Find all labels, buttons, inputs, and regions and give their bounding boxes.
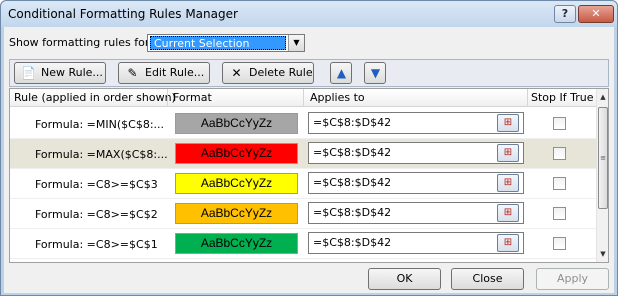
delete-icon: ✕ xyxy=(231,66,242,80)
help-icon: ? xyxy=(561,7,569,20)
range-picker-icon[interactable]: ⊞ xyxy=(497,114,519,132)
new-rule-label: New Rule... xyxy=(41,66,103,79)
format-preview: AaBbCcYyZz xyxy=(175,113,298,134)
header-stop-if-true[interactable]: Stop If True xyxy=(531,91,593,104)
applies-to-value: =$C$8:$D$42 xyxy=(313,146,392,159)
format-preview: AaBbCcYyZz xyxy=(175,233,298,254)
scroll-up-icon[interactable]: ▲ xyxy=(597,90,608,104)
table-row[interactable]: Formula: =C8>=$C$3 AaBbCcYyZz =$C$8:$D$4… xyxy=(10,169,596,199)
range-picker-icon[interactable]: ⊞ xyxy=(497,234,519,252)
ok-button[interactable]: OK xyxy=(368,268,441,290)
applies-to-field[interactable]: =$C$8:$D$42 ⊞ xyxy=(308,112,524,134)
close-button[interactable]: Close xyxy=(451,268,524,290)
format-preview: AaBbCcYyZz xyxy=(175,173,298,194)
close-icon: ✕ xyxy=(591,7,601,20)
show-rules-label: Show formatting rules for: xyxy=(9,36,153,49)
rule-formula: Formula: =C8>=$C$1 xyxy=(35,238,158,251)
applies-to-field[interactable]: =$C$8:$D$42 ⊞ xyxy=(308,232,524,254)
show-rules-select[interactable]: Current Selection ▼ xyxy=(147,34,305,52)
header-rule[interactable]: Rule (applied in order shown) xyxy=(14,91,176,104)
down-arrow-icon: ▼ xyxy=(370,66,381,80)
range-picker-icon[interactable]: ⊞ xyxy=(497,144,519,162)
applies-to-field[interactable]: =$C$8:$D$42 ⊞ xyxy=(308,142,524,164)
format-preview: AaBbCcYyZz xyxy=(175,143,298,164)
table-row[interactable]: Formula: =C8>=$C$2 AaBbCcYyZz =$C$8:$D$4… xyxy=(10,199,596,229)
range-picker-icon[interactable]: ⊞ xyxy=(497,174,519,192)
delete-rule-label: Delete Rule xyxy=(249,66,313,79)
rules-table: Rule (applied in order shown) Format App… xyxy=(9,88,609,263)
chevron-down-icon[interactable]: ▼ xyxy=(288,35,304,51)
rules-toolbar: 📄 New Rule... ✎ Edit Rule... ✕ Delete Ru… xyxy=(9,59,609,87)
applies-to-value: =$C$8:$D$42 xyxy=(313,176,392,189)
delete-rule-button[interactable]: ✕ Delete Rule xyxy=(222,62,314,84)
close-window-button[interactable]: ✕ xyxy=(578,5,614,23)
stop-if-true-checkbox[interactable] xyxy=(553,207,566,220)
table-row[interactable]: Formula: =MAX($C$8:... AaBbCcYyZz =$C$8:… xyxy=(10,139,596,169)
rules-manager-dialog: Conditional Formatting Rules Manager ? ✕… xyxy=(0,0,618,296)
title-bar[interactable]: Conditional Formatting Rules Manager ? ✕ xyxy=(1,1,617,27)
table-row[interactable]: Formula: =C8>=$C$1 AaBbCcYyZz =$C$8:$D$4… xyxy=(10,229,596,259)
scroll-down-icon[interactable]: ▼ xyxy=(597,247,608,261)
stop-if-true-checkbox[interactable] xyxy=(553,117,566,130)
edit-rule-icon: ✎ xyxy=(127,66,138,80)
edit-rule-button[interactable]: ✎ Edit Rule... xyxy=(118,62,210,84)
dialog-body: Show formatting rules for: Current Selec… xyxy=(4,27,614,293)
rule-formula: Formula: =MIN($C$8:... xyxy=(35,118,165,131)
show-rules-value: Current Selection xyxy=(150,36,286,50)
table-row[interactable]: Formula: =MIN($C$8:... AaBbCcYyZz =$C$8:… xyxy=(10,109,596,139)
move-up-button[interactable]: ▲ xyxy=(330,62,352,84)
stop-if-true-checkbox[interactable] xyxy=(553,237,566,250)
applies-to-value: =$C$8:$D$42 xyxy=(313,116,392,129)
vertical-scrollbar[interactable]: ▲ ≡ ▼ xyxy=(596,89,608,262)
up-arrow-icon: ▲ xyxy=(336,66,347,80)
header-format[interactable]: Format xyxy=(173,91,212,104)
stop-if-true-checkbox[interactable] xyxy=(553,147,566,160)
applies-to-field[interactable]: =$C$8:$D$42 ⊞ xyxy=(308,202,524,224)
window-title: Conditional Formatting Rules Manager xyxy=(8,7,238,21)
format-preview: AaBbCcYyZz xyxy=(175,203,298,224)
table-header: Rule (applied in order shown) Format App… xyxy=(10,89,596,107)
new-rule-button[interactable]: 📄 New Rule... xyxy=(14,62,106,84)
applies-to-value: =$C$8:$D$42 xyxy=(313,236,392,249)
applies-to-field[interactable]: =$C$8:$D$42 ⊞ xyxy=(308,172,524,194)
range-picker-icon[interactable]: ⊞ xyxy=(497,204,519,222)
stop-if-true-checkbox[interactable] xyxy=(553,177,566,190)
help-button[interactable]: ? xyxy=(554,5,576,23)
rule-formula: Formula: =MAX($C$8:... xyxy=(35,148,168,161)
edit-rule-label: Edit Rule... xyxy=(145,66,205,79)
rule-formula: Formula: =C8>=$C$2 xyxy=(35,208,158,221)
move-down-button[interactable]: ▼ xyxy=(364,62,386,84)
new-rule-icon: 📄 xyxy=(21,66,36,80)
header-applies-to[interactable]: Applies to xyxy=(310,91,365,104)
rule-formula: Formula: =C8>=$C$3 xyxy=(35,178,158,191)
apply-button: Apply xyxy=(536,268,609,290)
applies-to-value: =$C$8:$D$42 xyxy=(313,206,392,219)
scroll-thumb[interactable]: ≡ xyxy=(598,107,608,209)
